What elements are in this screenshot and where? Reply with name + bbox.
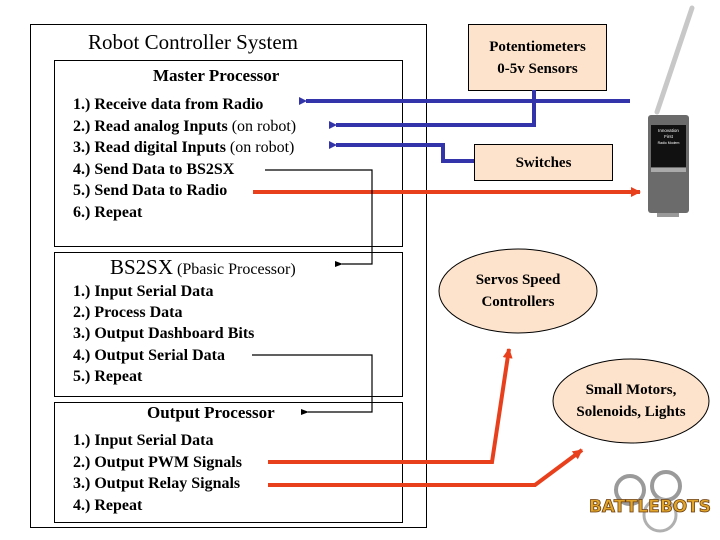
battlebots-logo: BATTLEBOTS	[589, 470, 711, 533]
servos-label-line2: Controllers	[481, 294, 555, 310]
pwm-output-wire	[268, 348, 513, 464]
wiring-diagram: Innovation First Radio Modem BATTLEBOTS	[252, 5, 711, 533]
motors-label-line2: Solenoids, Lights	[576, 404, 686, 420]
analog-input-wire	[329, 90, 536, 129]
relay-output-wire	[268, 448, 584, 487]
servos-label: Servos Speed Controllers	[440, 269, 596, 313]
motors-label: Small Motors, Solenoids, Lights	[548, 379, 714, 423]
modem-brand-1: Innovation	[658, 128, 679, 133]
master-to-bs2sx-connector	[265, 169, 373, 267]
motors-label-line1: Small Motors,	[585, 382, 677, 398]
digital-input-wire	[329, 141, 474, 163]
bs2sx-to-output-connector	[252, 354, 373, 415]
servos-label-line1: Servos Speed	[475, 272, 561, 288]
antenna-icon	[654, 5, 695, 115]
modem-model: Radio Modem	[658, 141, 680, 145]
modem-brand-2: First	[664, 134, 673, 139]
radio-modem-icon: Innovation First Radio Modem	[648, 5, 695, 217]
battlebots-logo-text: BATTLEBOTS	[589, 497, 711, 517]
